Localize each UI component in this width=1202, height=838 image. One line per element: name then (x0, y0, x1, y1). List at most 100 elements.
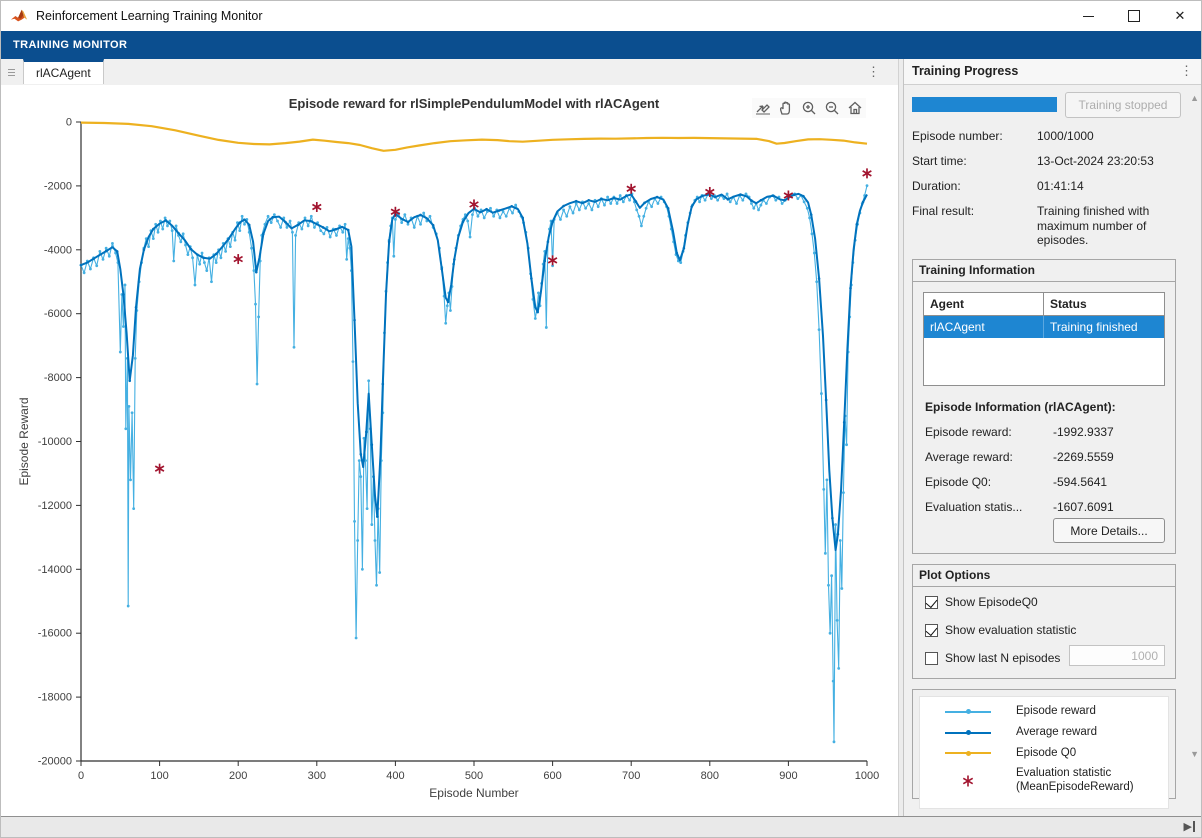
chart-canvas[interactable]: 0 -2000 -4000 -6000 -8000 -10000 -12000 -14000 -… (1, 85, 898, 815)
svg-text:-14000: -14000 (38, 564, 72, 576)
document-tab-bar: rlACAgent ⋮ (1, 59, 898, 86)
tab-drag-handle-icon[interactable] (1, 59, 21, 85)
expand-right-icon[interactable]: ▶ (1184, 820, 1195, 833)
training-progress-panel: Training Progress ⋮ ▲ ▼ Training stopped… (904, 59, 1201, 816)
plot-option-3[interactable]: Show last N episodes (925, 651, 1060, 665)
legend-entry: Episode Q0 (920, 747, 1168, 761)
legend-label: Average reward (1016, 725, 1097, 738)
matlab-logo-icon (10, 9, 28, 22)
legend-line-icon (945, 750, 991, 756)
row-label: Episode reward: (925, 425, 1012, 439)
minimize-icon (1082, 15, 1094, 17)
table-header-status: Status (1044, 293, 1164, 316)
table-header-agent: Agent (924, 293, 1044, 316)
episode-information-title: Episode Information (rlACAgent): (925, 400, 1116, 414)
table-cell-status: Training finished (1050, 320, 1138, 334)
svg-text:700: 700 (622, 770, 640, 782)
svg-text:-20000: -20000 (38, 756, 72, 768)
legend-entry: Average reward (920, 726, 1168, 740)
episode-info-row: Evaluation statis... -1607.6091 (925, 500, 1169, 514)
svg-text:-18000: -18000 (38, 692, 72, 704)
maximize-icon (1128, 10, 1140, 22)
tab-rlacagent[interactable]: rlACAgent (23, 59, 104, 84)
row-label: Final result: (912, 204, 975, 218)
progress-row: Start time: 13-Oct-2024 23:20:53 (912, 154, 1192, 169)
svg-text:1000: 1000 (855, 770, 879, 782)
row-label: Episode Q0: (925, 475, 992, 489)
plot-option-2[interactable]: Show evaluation statistic (925, 623, 1076, 637)
panel-title: Training Progress (912, 64, 1019, 78)
row-value: -1992.9337 (1053, 425, 1114, 439)
panel-header: Training Progress ⋮ (904, 59, 1201, 85)
episode-info-row: Episode reward: -1992.9337 (925, 425, 1169, 439)
row-value: 01:41:14 (1037, 179, 1084, 193)
svg-text:0: 0 (78, 770, 84, 782)
training-progress-bar (912, 97, 1057, 112)
checkbox-icon[interactable] (925, 623, 938, 637)
svg-text:200: 200 (229, 770, 247, 782)
panel-options-icon[interactable]: ⋮ (1180, 64, 1193, 77)
option-label: Show EpisodeQ0 (945, 595, 1038, 609)
toolstrip: TRAINING MONITOR (1, 31, 1201, 59)
svg-text:-4000: -4000 (44, 244, 72, 256)
legend-entry: Evaluation statistic (MeanEpisodeReward) (920, 767, 1168, 795)
table-row[interactable]: rlACAgent Training finished (924, 316, 1164, 338)
row-value: -2269.5559 (1053, 450, 1114, 464)
minimize-button[interactable] (1065, 1, 1111, 31)
window-title: Reinforcement Learning Training Monitor (36, 9, 263, 23)
legend-line-icon (945, 709, 991, 715)
svg-text:500: 500 (465, 770, 483, 782)
legend-entry: Episode reward (920, 705, 1168, 719)
plot-option-1[interactable]: Show EpisodeQ0 (925, 595, 1038, 609)
row-value: -594.5641 (1053, 475, 1108, 489)
training-stopped-button[interactable]: Training stopped (1065, 92, 1181, 118)
row-value: Training finished with maximum number of… (1037, 204, 1150, 248)
more-details-button[interactable]: More Details... (1053, 518, 1165, 543)
scroll-down-icon[interactable]: ▼ (1190, 749, 1199, 759)
legend-line-icon (945, 730, 991, 736)
row-label: Average reward: (925, 450, 1013, 464)
legend: Episode reward Average reward Episode Q0 Ev… (919, 696, 1169, 809)
svg-text:Episode Number: Episode Number (429, 786, 518, 800)
svg-text:-2000: -2000 (44, 180, 72, 192)
figure-area: Episode reward for rlSimplePendulumModel… (1, 85, 898, 815)
legend-group: Episode reward Average reward Episode Q0 Ev… (912, 689, 1176, 809)
episode-info-row: Average reward: -2269.5559 (925, 450, 1169, 464)
row-value: 13-Oct-2024 23:20:53 (1037, 154, 1154, 168)
svg-text:-16000: -16000 (38, 628, 72, 640)
maximize-button[interactable] (1111, 1, 1157, 31)
toolstrip-tab-training-monitor[interactable]: TRAINING MONITOR (1, 39, 139, 51)
checkbox-icon[interactable] (925, 651, 938, 665)
scroll-up-icon[interactable]: ▲ (1190, 93, 1199, 103)
row-label: Evaluation statis... (925, 500, 1023, 514)
progress-row: Duration: 01:41:14 (912, 179, 1192, 194)
last-n-episodes-input[interactable] (1069, 645, 1165, 666)
svg-text:-12000: -12000 (38, 500, 72, 512)
checkbox-icon[interactable] (925, 595, 938, 609)
svg-text:-10000: -10000 (38, 436, 72, 448)
tab-options-icon[interactable]: ⋮ (867, 65, 880, 78)
svg-text:600: 600 (543, 770, 561, 782)
plot-options-group: Plot Options Show EpisodeQ0 Show evaluati… (912, 564, 1176, 679)
legend-asterisk-icon (962, 775, 974, 787)
option-label: Show evaluation statistic (945, 623, 1077, 637)
episode-info-row: Episode Q0: -594.5641 (925, 475, 1169, 489)
row-value: -1607.6091 (1053, 500, 1114, 514)
progress-row: Final result: Training finished with maxi… (912, 204, 1192, 248)
option-label: Show last N episodes (945, 651, 1061, 665)
close-button[interactable]: ✕ (1157, 1, 1201, 31)
svg-text:800: 800 (701, 770, 719, 782)
svg-text:400: 400 (386, 770, 404, 782)
row-label: Start time: (912, 154, 967, 168)
table-header-row: Agent Status (924, 293, 1164, 316)
progress-row: Episode number: 1000/1000 (912, 129, 1192, 144)
status-bar: ▶ (1, 816, 1201, 837)
training-information-group: Training Information Agent Status rlACAg… (912, 259, 1176, 554)
legend-label: Evaluation statistic (MeanEpisodeReward) (1016, 767, 1134, 794)
row-label: Episode number: (912, 129, 1003, 143)
title-bar: Reinforcement Learning Training Monitor … (1, 1, 1201, 31)
svg-text:900: 900 (779, 770, 797, 782)
agent-status-table: Agent Status rlACAgent Training finished (923, 292, 1165, 386)
svg-text:-6000: -6000 (44, 308, 72, 320)
legend-label: Episode Q0 (1016, 746, 1077, 759)
